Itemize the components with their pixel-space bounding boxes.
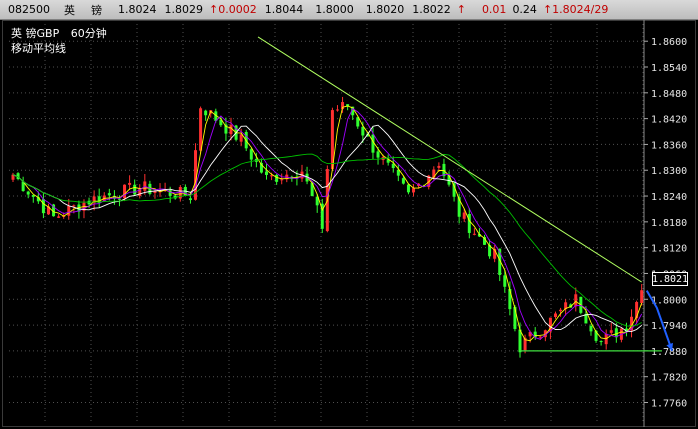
candle-up (462, 212, 466, 219)
candle-down (467, 213, 471, 233)
quote-v6: 1.8020 (365, 3, 405, 16)
y-tick-label: 1.8120 (651, 244, 687, 255)
candle-down (204, 110, 208, 116)
quote-bidask: 1.8024/29 (552, 3, 609, 16)
y-tick-label: 1.7820 (651, 373, 687, 384)
candle-up (472, 233, 476, 235)
candle-down (265, 171, 268, 175)
legend-indicator: 移动平均线 (11, 42, 66, 55)
y-tick-label: 1.8480 (651, 89, 687, 100)
candle-down (503, 275, 507, 287)
quote-high: 1.8029 (164, 3, 204, 16)
candle-up (67, 205, 71, 216)
y-tick-label: 1.8240 (651, 192, 687, 203)
candle-down (168, 189, 172, 196)
candles (11, 96, 644, 358)
up-arrow-icon: ↑ (209, 3, 219, 16)
trendline (257, 36, 642, 283)
quote-name-1: 英 (64, 3, 75, 17)
y-tick-label: 1.7760 (651, 398, 687, 409)
up-arrow-icon: ↑ (456, 3, 466, 16)
current-price-label: 1.8021 (651, 272, 689, 286)
annotations (257, 36, 674, 352)
y-tick-label: 1.8180 (651, 218, 687, 229)
quote-v5: 1.8000 (315, 3, 354, 16)
y-tick-label: 1.8360 (651, 140, 687, 151)
legend-period: 60分钟 (70, 27, 107, 40)
quote-time: 082500 (8, 3, 50, 16)
legend-symbol: 英 镑GBP (11, 27, 60, 40)
candle-up (123, 184, 127, 199)
candle-up (437, 165, 441, 168)
candle-up (335, 109, 339, 111)
candle-down (376, 151, 380, 158)
quote-v7: 1.8022 (412, 3, 451, 16)
y-tick-label: 1.7940 (651, 321, 687, 332)
candlestick-chart[interactable]: 1.8600 1.8540 1.8480 1.8420 1.8360 1.8300 1.82… (0, 20, 698, 429)
candle-down (41, 199, 45, 214)
quote-open: 1.8024 (118, 3, 157, 16)
candle-down (249, 149, 253, 160)
candle-up (574, 294, 578, 307)
candle-down (117, 198, 121, 200)
y-tick-label: 1.8300 (651, 166, 687, 177)
candle-down (275, 174, 279, 182)
quote-bar: 082500 英 镑 1.8024 1.8029 ↑ 0.0002 1.8044 … (0, 0, 698, 20)
candle-up (609, 330, 613, 333)
y-tick-label: 1.7880 (651, 347, 687, 358)
candle-up (57, 216, 61, 218)
candle-up (559, 309, 563, 312)
candle-down (26, 191, 30, 195)
candle-up (199, 108, 203, 151)
candle-down (406, 184, 410, 193)
candle-down (599, 341, 603, 343)
candle-up (640, 290, 644, 304)
y-tick-label: 1.8540 (651, 63, 687, 74)
candle-down (133, 184, 137, 195)
candle-up (412, 188, 416, 193)
candle-down (361, 126, 365, 136)
quote-change: 0.0002 (218, 3, 257, 16)
candle-down (107, 193, 111, 196)
legend-row-2: 移动平均线 (11, 40, 74, 56)
candle-down (589, 325, 593, 332)
y-tick-label: 1.8000 (651, 295, 687, 306)
y-tick-label: 1.8600 (651, 37, 687, 48)
y-axis-labels: 1.8600 1.8540 1.8480 1.8420 1.8360 1.8300 1.82… (651, 37, 687, 409)
up-arrow-icon: ↑ (542, 3, 553, 16)
quote-pct: 0.01 (481, 3, 507, 16)
quote-v9: 0.24 (512, 3, 537, 16)
y-tick-label: 1.8420 (651, 115, 687, 126)
candle-up (128, 182, 132, 185)
quote-v4: 1.8044 (264, 3, 304, 16)
quote-name-2: 镑 (91, 3, 102, 17)
candle-up (280, 179, 284, 181)
candle-up (229, 125, 233, 135)
candle-down (508, 288, 512, 310)
candle-up (553, 313, 557, 318)
candle-up (538, 336, 542, 338)
candle-down (188, 198, 192, 201)
candle-down (401, 178, 405, 184)
candle-up (72, 205, 76, 207)
legend-row-1: 英 镑GBP 60分钟 (11, 25, 115, 41)
